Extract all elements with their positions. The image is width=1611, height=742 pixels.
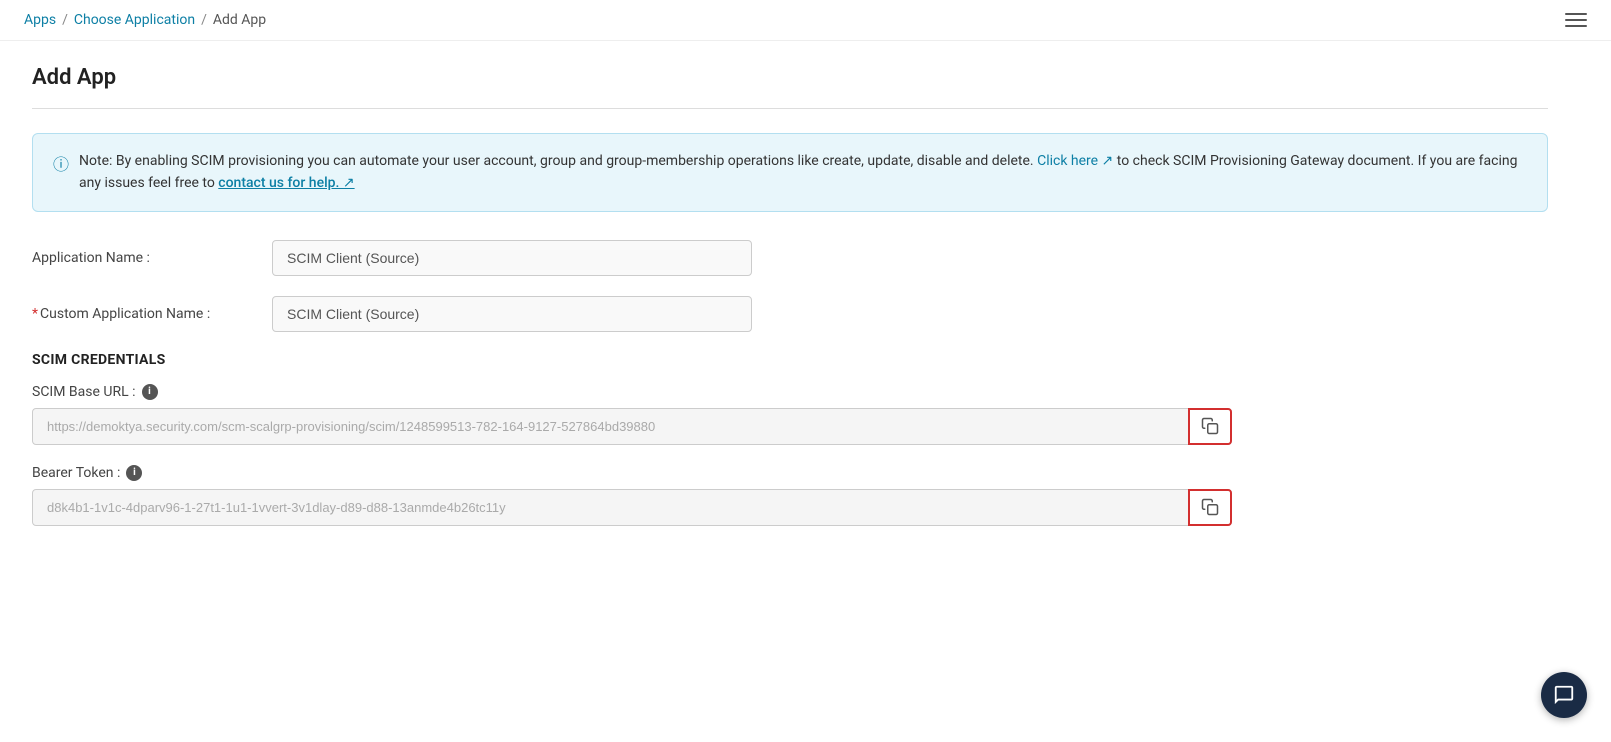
base-url-label: SCIM Base URL : — [32, 384, 136, 400]
bearer-token-input[interactable] — [32, 489, 1232, 526]
base-url-info-icon[interactable]: i — [142, 384, 158, 400]
top-bar: Apps / Choose Application / Add App — [0, 0, 1611, 41]
info-banner: ⓘ Note: By enabling SCIM provisioning yo… — [32, 133, 1548, 212]
banner-contact-link[interactable]: contact us for help. ↗ — [218, 175, 354, 191]
breadcrumb-sep-2: / — [201, 12, 207, 28]
breadcrumb-apps-link[interactable]: Apps — [24, 12, 56, 28]
breadcrumb-current: Add App — [213, 12, 266, 28]
bearer-token-label-row: Bearer Token : i — [32, 465, 1548, 481]
base-url-wrapper — [32, 408, 1232, 445]
info-banner-icon: ⓘ — [53, 151, 69, 175]
divider — [32, 108, 1548, 109]
breadcrumb-choose-app-link[interactable]: Choose Application — [74, 12, 195, 28]
bearer-token-copy-button[interactable] — [1188, 489, 1232, 526]
info-banner-text: Note: By enabling SCIM provisioning you … — [79, 150, 1527, 195]
base-url-label-row: SCIM Base URL : i — [32, 384, 1548, 400]
chat-fab-button[interactable] — [1541, 672, 1587, 718]
app-name-row: Application Name : — [32, 240, 1548, 276]
page-title: Add App — [32, 65, 1548, 90]
breadcrumb: Apps / Choose Application / Add App — [24, 12, 266, 28]
main-content: Add App ⓘ Note: By enabling SCIM provisi… — [0, 41, 1580, 570]
app-name-label: Application Name : — [32, 250, 272, 266]
base-url-copy-button[interactable] — [1188, 408, 1232, 445]
required-marker: * — [32, 306, 38, 322]
custom-app-name-input[interactable] — [272, 296, 752, 332]
bearer-token-wrapper — [32, 489, 1232, 526]
banner-click-here-link[interactable]: Click here ↗ — [1037, 153, 1113, 169]
chat-icon — [1553, 684, 1575, 706]
app-name-input[interactable] — [272, 240, 752, 276]
custom-app-name-label: *Custom Application Name : — [32, 306, 272, 322]
copy-icon-2 — [1201, 498, 1219, 516]
scim-section-title: SCIM CREDENTIALS — [32, 352, 1548, 368]
custom-app-name-row: *Custom Application Name : — [32, 296, 1548, 332]
copy-icon — [1201, 417, 1219, 435]
base-url-input[interactable] — [32, 408, 1232, 445]
banner-text-before: Note: By enabling SCIM provisioning you … — [79, 153, 1034, 169]
bearer-token-info-icon[interactable]: i — [126, 465, 142, 481]
breadcrumb-sep-1: / — [62, 12, 68, 28]
bearer-token-label: Bearer Token : — [32, 465, 120, 481]
hamburger-menu-icon[interactable] — [1565, 13, 1587, 27]
